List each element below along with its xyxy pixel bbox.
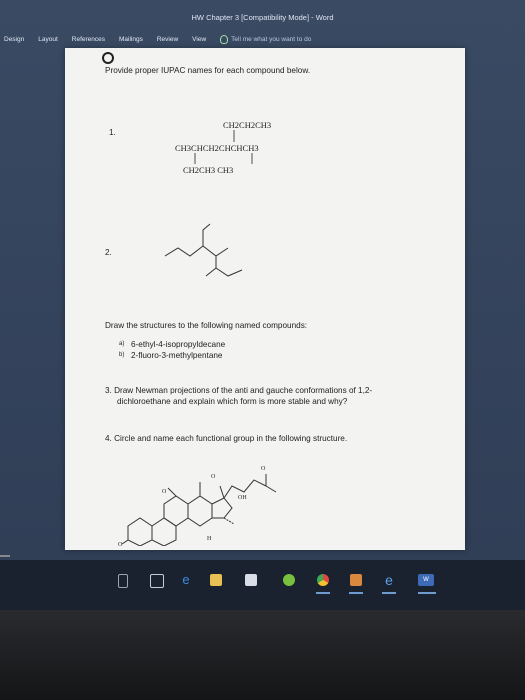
chrome-active-indicator: [316, 592, 330, 594]
label-o-ketone: O: [118, 542, 123, 548]
tab-design[interactable]: Design: [4, 36, 24, 43]
document-page[interactable]: Provide proper IUPAC names for each comp…: [65, 48, 465, 550]
app-icon[interactable]: [350, 574, 362, 586]
monitor-bezel: [0, 610, 525, 700]
instruction-draw: Draw the structures to the following nam…: [105, 321, 308, 330]
tab-layout[interactable]: Layout: [38, 36, 58, 43]
label-o-ester: O: [261, 466, 266, 472]
question-4: 4. Circle and name each functional group…: [105, 434, 348, 443]
condensed-bonds: [194, 130, 253, 164]
file-explorer-icon[interactable]: [210, 574, 222, 586]
label-oh: OH: [238, 495, 247, 501]
label-o-top: O: [211, 474, 216, 480]
item-b-marker: b): [119, 352, 125, 358]
screen: HW Chapter 3 [Compatibility Mode] - Word…: [0, 0, 525, 610]
item-a-marker: a): [119, 341, 125, 347]
tab-mailings[interactable]: Mailings: [119, 36, 143, 43]
tab-view[interactable]: View: [192, 36, 206, 43]
word-icon[interactable]: W: [418, 574, 434, 586]
item-b-name: 2-fluoro-3-methylpentane: [131, 351, 223, 360]
instruction-iupac: Provide proper IUPAC names for each comp…: [105, 66, 311, 75]
app-active-indicator: [349, 592, 363, 594]
tell-me-text: Tell me what you want to do: [231, 35, 312, 43]
steroid-structure: [121, 474, 277, 546]
tell-me-search[interactable]: Tell me what you want to do: [220, 34, 312, 44]
edge-icon[interactable]: e: [180, 573, 192, 586]
task-view-icon[interactable]: [150, 574, 164, 588]
chrome-icon[interactable]: [317, 574, 329, 586]
question-3-line2: dichloroethane and explain which form is…: [117, 397, 348, 406]
store-icon[interactable]: [245, 574, 257, 586]
ie-active-indicator: [382, 592, 396, 594]
item-a-name: 6-ethyl-4-isopropyldecane: [131, 340, 226, 349]
word-active-indicator: [418, 592, 436, 594]
window-title: HW Chapter 3 [Compatibility Mode] - Word: [191, 13, 334, 22]
screen-edge-mark: [0, 555, 10, 557]
label-o-left: O: [162, 489, 167, 495]
lightbulb-icon: [220, 34, 229, 44]
question-1-number: 1.: [109, 128, 116, 137]
taskbar: e e W: [0, 560, 525, 610]
mic-icon[interactable]: [118, 574, 128, 588]
tab-review[interactable]: Review: [157, 36, 178, 43]
question-3-line1: 3. Draw Newman projections of the anti a…: [105, 386, 373, 395]
anchor-icon: [102, 52, 114, 64]
ribbon-tabs: Design Layout References Mailings Review…: [0, 30, 525, 48]
spotify-icon[interactable]: [283, 574, 295, 586]
tab-references[interactable]: References: [72, 36, 105, 43]
skeletal-structure-2: [164, 223, 243, 277]
question-2-number: 2.: [105, 248, 112, 257]
ie-icon[interactable]: e: [383, 573, 395, 587]
label-h: H: [207, 536, 212, 542]
